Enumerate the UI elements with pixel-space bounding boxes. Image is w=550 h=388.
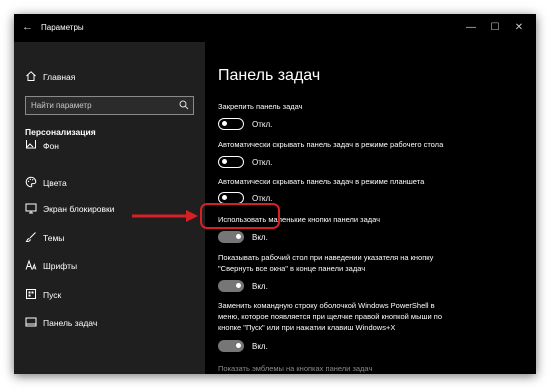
toggle-powershell[interactable] — [218, 340, 244, 352]
maximize-icon[interactable]: ☐ — [486, 19, 504, 37]
toggle-lock-taskbar[interactable] — [218, 118, 244, 130]
section-heading: Персонализация — [25, 127, 96, 137]
option-label-small-buttons: Использовать маленькие кнопки панели зад… — [218, 215, 381, 224]
toggle-knob — [235, 343, 241, 348]
sidebar-item-fonts[interactable]: Шрифты — [14, 255, 205, 277]
option-label-badges: Показать эмблемы на кнопках панели задач — [218, 364, 373, 373]
toggle-state: Вкл. — [252, 282, 268, 291]
sidebar-item-label: Главная — [43, 72, 76, 82]
sidebar-item-label: Цвета — [43, 178, 67, 188]
toggle-autohide-tablet[interactable] — [218, 192, 244, 204]
search-input[interactable]: Найти параметр — [25, 96, 194, 115]
minimize-icon[interactable]: — — [462, 19, 480, 37]
option-label-line: меню, которое появляется при щелчке прав… — [218, 312, 443, 321]
sidebar-item-label: Шрифты — [43, 261, 78, 271]
home-icon — [26, 71, 36, 81]
toggle-knob — [221, 121, 227, 126]
page-title: Панель задач — [218, 67, 321, 84]
start-icon — [26, 289, 36, 299]
sidebar-item-label: Экран блокировки — [43, 204, 115, 214]
option-label-autohide-desktop: Автоматически скрывать панель задач в ре… — [218, 140, 444, 149]
toggle-knob — [221, 195, 227, 200]
window-title: Параметры — [41, 23, 84, 32]
toggle-state: Откл. — [252, 158, 273, 167]
sidebar-item-taskbar[interactable]: Панель задач — [14, 312, 205, 334]
taskbar-icon — [25, 317, 37, 327]
sidebar-item-colors[interactable]: Цвета — [14, 172, 205, 194]
option-label-autohide-tablet: Автоматически скрывать панель задач в ре… — [218, 177, 425, 186]
option-label-lock-taskbar: Закрепить панель задач — [218, 102, 303, 111]
fonts-icon — [25, 259, 37, 270]
sidebar-item-label: Фон — [43, 141, 59, 151]
toggle-knob — [221, 159, 227, 164]
title-bar: ← Параметры — ☐ ✕ — [14, 14, 536, 42]
option-label-line: Заменить командную строку оболочкой Wind… — [218, 301, 435, 310]
toggle-small-buttons[interactable] — [218, 231, 244, 243]
option-label-line: Показывать рабочий стол при наведении ук… — [218, 253, 434, 262]
sidebar-item-home[interactable]: Главная — [14, 66, 205, 88]
toggle-autohide-desktop[interactable] — [218, 156, 244, 168]
search-placeholder: Найти параметр — [31, 101, 92, 110]
annotation-arrow-icon — [132, 210, 198, 222]
toggle-knob — [235, 234, 241, 239]
back-arrow-icon[interactable]: ← — [22, 20, 36, 34]
sidebar-item-label: Панель задач — [43, 318, 98, 328]
sidebar-item-start[interactable]: Пуск — [14, 284, 205, 306]
option-label-peek-desktop: Показывать рабочий стол при наведении ук… — [218, 252, 518, 274]
settings-window: ← Параметры — ☐ ✕ Главная Найти параметр… — [14, 14, 536, 374]
toggle-state: Откл. — [252, 120, 273, 129]
sidebar-item-background[interactable]: Фон — [14, 140, 205, 156]
sidebar-item-themes[interactable]: Темы — [14, 227, 205, 249]
brush-icon — [25, 232, 36, 243]
lock-screen-icon — [25, 203, 37, 214]
sidebar-item-label: Пуск — [43, 290, 62, 300]
toggle-state: Вкл. — [252, 233, 268, 242]
option-label-line: кнопке "Пуск" или при нажатии клавиш Win… — [218, 323, 396, 332]
toggle-state: Вкл. — [252, 342, 268, 351]
palette-icon — [25, 176, 37, 188]
picture-icon — [26, 140, 36, 149]
toggle-peek-desktop[interactable] — [218, 280, 244, 292]
search-icon[interactable] — [179, 100, 189, 110]
close-icon[interactable]: ✕ — [510, 19, 528, 37]
option-label-line: "Свернуть все окна" в конце панели задач — [218, 264, 366, 273]
option-label-powershell: Заменить командную строку оболочкой Wind… — [218, 300, 518, 333]
toggle-knob — [235, 283, 241, 288]
main-content: Панель задач Закрепить панель задач Откл… — [205, 42, 536, 374]
sidebar-item-label: Темы — [43, 233, 65, 243]
toggle-state: Откл. — [252, 194, 273, 203]
